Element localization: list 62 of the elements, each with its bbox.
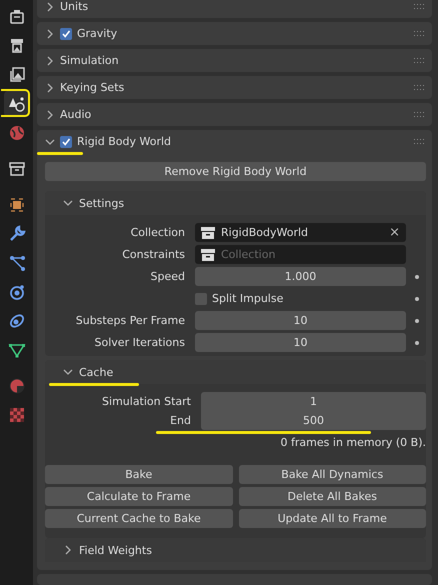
toolbox-icon <box>8 8 26 26</box>
collection-field[interactable]: RigidBodyWorld × <box>195 223 406 242</box>
globe-icon <box>8 124 26 142</box>
collection-field[interactable]: Collection <box>195 245 406 264</box>
property-label: Collection <box>130 226 186 239</box>
bake-button[interactable]: Current Cache to Bake <box>45 509 232 528</box>
sphere-icon <box>8 377 26 395</box>
chevron-right-icon[interactable] <box>45 2 55 12</box>
cache-info-text: 0 frames in memory (0 B). <box>280 436 426 449</box>
subpanel-title[interactable]: Cache <box>79 366 114 378</box>
bake-button[interactable]: Bake All Dynamics <box>238 465 426 484</box>
panel-title[interactable]: Keying Sets <box>60 81 124 94</box>
box-icon <box>8 160 26 178</box>
remove-button[interactable]: Remove Rigid Body World <box>45 162 426 181</box>
image-stack-icon <box>8 66 26 84</box>
number-field[interactable]: 10 <box>195 311 406 330</box>
panel-title[interactable]: Simulation <box>60 54 119 67</box>
number-field[interactable]: 1.000 <box>195 267 406 286</box>
triangle-mesh-icon <box>8 341 26 359</box>
number-field[interactable]: 10 <box>195 333 406 352</box>
scene-icon <box>8 95 26 113</box>
checkbox[interactable] <box>60 136 72 148</box>
chevron-right-icon[interactable] <box>45 56 55 66</box>
panel-title[interactable]: Rigid Body World <box>77 135 172 148</box>
orbit-icon <box>8 283 26 301</box>
chevron-right-icon[interactable] <box>45 82 55 92</box>
chevron-right-icon[interactable] <box>45 28 55 38</box>
number-field[interactable]: 1 <box>201 392 426 412</box>
square-icon <box>8 196 26 214</box>
number-field[interactable]: 500 <box>201 411 426 430</box>
keyframe-dot-icon[interactable] <box>415 296 419 300</box>
bake-button[interactable]: Calculate to Frame <box>45 487 232 506</box>
panel-title[interactable]: Units <box>60 0 88 13</box>
checker-icon <box>8 406 26 424</box>
subpanel-title[interactable]: Field Weights <box>79 544 152 556</box>
chevron-down-icon[interactable] <box>63 198 73 208</box>
property-label: Speed <box>150 270 186 283</box>
bake-button[interactable]: Update All to Frame <box>238 509 426 528</box>
chevron-down-icon[interactable] <box>63 367 73 377</box>
chevron-right-icon[interactable] <box>45 110 55 120</box>
keyframe-dot-icon[interactable] <box>415 340 419 344</box>
box-icon <box>201 248 215 260</box>
keyframe-dot-icon[interactable] <box>415 274 419 278</box>
checkbox-label[interactable]: Split Impulse <box>212 292 284 305</box>
checkbox[interactable] <box>195 292 207 304</box>
chevron-down-icon[interactable] <box>45 136 55 146</box>
property-label: End <box>45 414 201 427</box>
property-label: Solver Iterations <box>94 336 186 349</box>
chevron-right-icon[interactable] <box>63 545 73 555</box>
nodes-icon <box>8 254 26 272</box>
panel-title[interactable]: Gravity <box>77 27 118 40</box>
box-icon <box>201 226 215 238</box>
panel-title[interactable]: Audio <box>60 108 92 121</box>
wrench-icon <box>8 225 26 243</box>
property-label: Substeps Per Frame <box>74 314 186 327</box>
bake-button[interactable]: Bake <box>45 465 232 484</box>
property-label: Constraints <box>121 248 186 261</box>
keyframe-dot-icon[interactable] <box>415 318 419 322</box>
subpanel-title[interactable]: Settings <box>79 196 124 210</box>
checkbox[interactable] <box>60 28 72 40</box>
bake-button[interactable]: Delete All Bakes <box>238 487 426 506</box>
property-label: Simulation Start <box>101 395 192 408</box>
